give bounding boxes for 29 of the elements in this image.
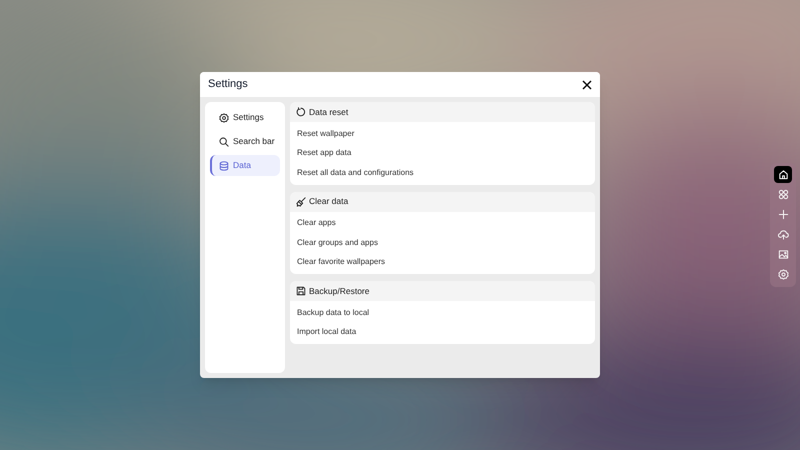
image-icon xyxy=(778,249,788,260)
gear-icon xyxy=(778,269,788,280)
save-icon xyxy=(296,286,306,296)
menu-item[interactable]: Clear groups and apps xyxy=(290,233,595,252)
dialog-title: Settings xyxy=(208,77,248,92)
sidebar-item[interactable]: Search bar xyxy=(210,131,280,152)
menu-item[interactable]: Reset wallpaper xyxy=(290,124,595,144)
sidebar-item[interactable]: Settings xyxy=(210,107,280,128)
broom-icon xyxy=(296,196,306,206)
section-title: Clear data xyxy=(309,195,348,208)
search-icon xyxy=(219,136,229,146)
menu-item[interactable]: Clear favorite wallpapers xyxy=(290,252,595,272)
section-title: Backup/Restore xyxy=(309,284,370,298)
menu-item[interactable]: Reset all data and configurations xyxy=(290,163,595,182)
plus-icon xyxy=(778,209,788,220)
section-title: Data reset xyxy=(309,106,348,118)
sidebar-item[interactable]: Data xyxy=(210,155,280,176)
dock-button[interactable] xyxy=(774,166,792,183)
menu-item[interactable]: Reset app data xyxy=(290,144,595,163)
close-icon[interactable] xyxy=(582,80,592,90)
menu-item[interactable]: Clear apps xyxy=(290,214,595,233)
database-icon xyxy=(219,160,229,170)
menu-item[interactable]: Backup data to local xyxy=(290,303,595,322)
reset-icon xyxy=(296,107,306,117)
home-icon xyxy=(778,169,788,180)
menu-item[interactable]: Import local data xyxy=(290,322,595,342)
apps-icon xyxy=(778,189,788,200)
gear-icon xyxy=(219,112,229,122)
cloud-upload-icon xyxy=(778,229,788,240)
